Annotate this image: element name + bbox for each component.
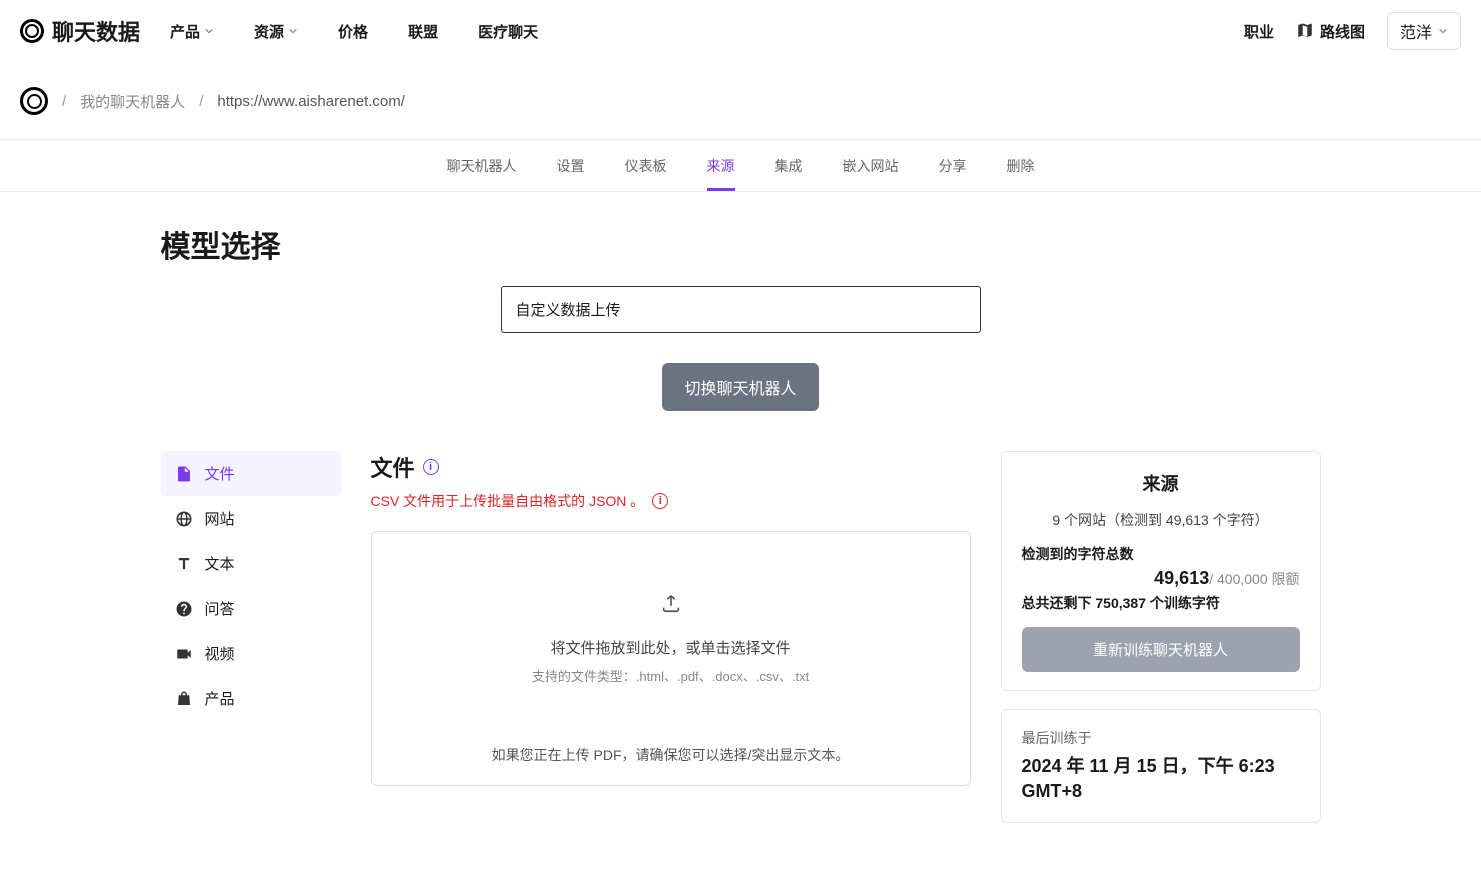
last-trained-value: 2024 年 11 月 15 日，下午 6:23 GMT+8 <box>1022 754 1300 804</box>
nav-label: 资源 <box>254 21 284 42</box>
chevron-down-icon <box>288 26 298 36</box>
text-icon <box>175 555 193 573</box>
total-chars-label: 检测到的字符总数 <box>1022 544 1300 564</box>
chevron-down-icon <box>204 26 214 36</box>
source-sidebar: 文件 网站 文本 问答 视频 产品 <box>161 451 341 721</box>
logo-text: 聊天数据 <box>52 15 140 47</box>
last-trained-label: 最后训练于 <box>1022 728 1300 748</box>
sidebar-item-website[interactable]: 网站 <box>161 496 341 541</box>
center-block: 自定义数据上传 切换聊天机器人 <box>161 286 1321 411</box>
nav-label: 路线图 <box>1320 21 1365 42</box>
csv-note: CSV 文件用于上传批量自由格式的 JSON 。 i <box>371 491 971 511</box>
bottom-layout: 文件 网站 文本 问答 视频 产品 <box>161 451 1321 823</box>
right-panel: 来源 9 个网站（检测到 49,613 个字符） 检测到的字符总数 49,613… <box>1001 451 1321 823</box>
model-select[interactable]: 自定义数据上传 <box>501 286 981 333</box>
source-card-title: 来源 <box>1022 470 1300 496</box>
map-icon <box>1296 22 1314 40</box>
upload-text: 将文件拖放到此处，或单击选择文件 <box>402 637 940 658</box>
breadcrumb: / 我的聊天机器人 / https://www.aisharenet.com/ <box>0 63 1481 140</box>
tab-settings[interactable]: 设置 <box>557 156 585 191</box>
pdf-note: 如果您正在上传 PDF，请确保您可以选择/突出显示文本。 <box>402 745 940 765</box>
retrain-button[interactable]: 重新训练聊天机器人 <box>1022 627 1300 672</box>
chars-num: 49,613 <box>1154 568 1209 588</box>
logo[interactable]: 聊天数据 <box>20 15 140 47</box>
chevron-down-icon <box>1438 26 1448 36</box>
help-icon <box>175 600 193 618</box>
nav-careers[interactable]: 职业 <box>1244 21 1274 42</box>
sidebar-item-qa[interactable]: 问答 <box>161 586 341 631</box>
sidebar-item-video[interactable]: 视频 <box>161 631 341 676</box>
nav-label: 联盟 <box>408 21 438 42</box>
tab-embed[interactable]: 嵌入网站 <box>843 156 899 191</box>
logo-icon <box>20 19 44 43</box>
breadcrumb-logo-icon[interactable] <box>20 87 48 115</box>
info-icon[interactable]: i <box>423 459 439 475</box>
tab-chatbot[interactable]: 聊天机器人 <box>447 156 517 191</box>
video-icon <box>175 645 193 663</box>
upload-icon <box>660 592 682 614</box>
sidebar-label: 问答 <box>205 598 235 619</box>
breadcrumb-current: https://www.aisharenet.com/ <box>217 93 405 110</box>
breadcrumb-sep: / <box>199 93 203 110</box>
nav-alliance[interactable]: 联盟 <box>408 21 438 42</box>
tab-share[interactable]: 分享 <box>939 156 967 191</box>
panel-header: 文件 i <box>371 451 971 483</box>
content-panel: 文件 i CSV 文件用于上传批量自由格式的 JSON 。 i 将文件拖放到此处… <box>371 451 971 786</box>
nav-product[interactable]: 产品 <box>170 21 214 42</box>
upload-subtext: 支持的文件类型：.html、.pdf、.docx、.csv、.txt <box>402 666 940 685</box>
upload-dropzone[interactable]: 将文件拖放到此处，或单击选择文件 支持的文件类型：.html、.pdf、.doc… <box>371 531 971 786</box>
user-name: 范洋 <box>1400 19 1432 43</box>
source-card: 来源 9 个网站（检测到 49,613 个字符） 检测到的字符总数 49,613… <box>1001 451 1321 691</box>
chars-limit: / 400,000 限额 <box>1209 571 1299 587</box>
nav-resources[interactable]: 资源 <box>254 21 298 42</box>
sidebar-label: 文件 <box>205 463 235 484</box>
nav-medical[interactable]: 医疗聊天 <box>478 21 538 42</box>
breadcrumb-sep: / <box>62 93 66 110</box>
switch-chatbot-button[interactable]: 切换聊天机器人 <box>662 363 818 411</box>
info-icon[interactable]: i <box>652 493 668 509</box>
sidebar-item-product[interactable]: 产品 <box>161 676 341 721</box>
tab-integration[interactable]: 集成 <box>775 156 803 191</box>
remaining-chars: 总共还剩下 750,387 个训练字符 <box>1022 593 1300 613</box>
sidebar-item-text[interactable]: 文本 <box>161 541 341 586</box>
tab-dashboard[interactable]: 仪表板 <box>625 156 667 191</box>
product-icon <box>175 690 193 708</box>
nav-items: 产品 资源 价格 联盟 医疗聊天 <box>170 21 538 42</box>
nav-pricing[interactable]: 价格 <box>338 21 368 42</box>
main-content: 模型选择 自定义数据上传 切换聊天机器人 文件 网站 文本 问答 <box>141 192 1341 853</box>
panel-title: 文件 <box>371 451 415 483</box>
tabs: 聊天机器人 设置 仪表板 来源 集成 嵌入网站 分享 删除 <box>0 140 1481 192</box>
top-nav: 聊天数据 产品 资源 价格 联盟 医疗聊天 职业 路线图 范洋 <box>0 0 1481 63</box>
sidebar-label: 文本 <box>205 553 235 574</box>
sidebar-item-files[interactable]: 文件 <box>161 451 341 496</box>
file-icon <box>175 465 193 483</box>
page-title: 模型选择 <box>161 222 1321 266</box>
user-menu[interactable]: 范洋 <box>1387 12 1461 50</box>
last-trained-card: 最后训练于 2024 年 11 月 15 日，下午 6:23 GMT+8 <box>1001 709 1321 823</box>
source-detected: 9 个网站（检测到 49,613 个字符） <box>1022 510 1300 530</box>
nav-label: 产品 <box>170 21 200 42</box>
csv-note-text: CSV 文件用于上传批量自由格式的 JSON 。 <box>371 491 645 511</box>
nav-label: 职业 <box>1244 21 1274 42</box>
tab-sources[interactable]: 来源 <box>707 156 735 191</box>
nav-label: 价格 <box>338 21 368 42</box>
globe-icon <box>175 510 193 528</box>
total-chars-value: 49,613/ 400,000 限额 <box>1022 568 1300 589</box>
sidebar-label: 产品 <box>205 688 235 709</box>
breadcrumb-my-chatbots[interactable]: 我的聊天机器人 <box>80 91 185 112</box>
nav-label: 医疗聊天 <box>478 21 538 42</box>
sidebar-label: 网站 <box>205 508 235 529</box>
tab-delete[interactable]: 删除 <box>1007 156 1035 191</box>
nav-roadmap[interactable]: 路线图 <box>1296 21 1365 42</box>
sidebar-label: 视频 <box>205 643 235 664</box>
nav-right: 职业 路线图 范洋 <box>1244 12 1461 50</box>
